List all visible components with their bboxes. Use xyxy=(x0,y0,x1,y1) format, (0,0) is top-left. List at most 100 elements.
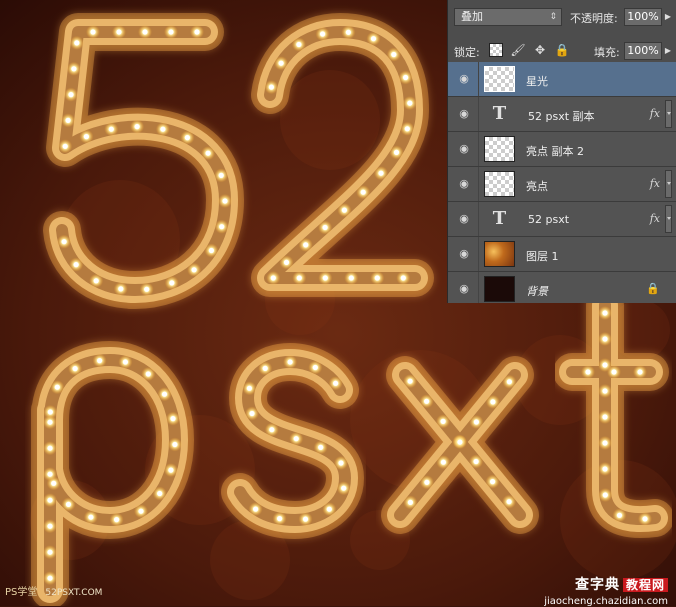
light-bulb-core xyxy=(490,479,496,485)
lock-label: 锁定: xyxy=(454,46,480,59)
light-bulb-core xyxy=(172,441,178,448)
watermark-url: 52PSXT.COM xyxy=(45,588,103,598)
light-bulb-core xyxy=(585,369,591,375)
light-bulb-core xyxy=(208,247,214,254)
layer-row-highlight-copy-2[interactable]: ◉ 亮点 副本 2 xyxy=(448,132,676,167)
light-bulb-core xyxy=(118,286,124,292)
layer-row-highlight[interactable]: ◉ 亮点 fx xyxy=(448,167,676,202)
layer-name: 52 psxt 副本 xyxy=(528,110,595,123)
layer-thumbnail xyxy=(484,171,515,197)
light-bulb-core xyxy=(341,485,347,491)
light-bulb-core xyxy=(278,60,284,66)
blend-mode-value: 叠加 xyxy=(461,10,483,23)
visibility-eye-icon[interactable]: ◉ xyxy=(457,72,471,86)
layer-row-layer-1[interactable]: ◉ 图层 1 xyxy=(448,237,676,272)
chevron-updown-icon: ⇕ xyxy=(549,12,557,22)
light-bulb-core xyxy=(404,126,410,132)
light-bulb-core xyxy=(90,29,96,35)
light-bulb-core xyxy=(47,445,53,451)
light-bulb-core xyxy=(393,149,400,155)
light-bulb-core xyxy=(72,366,78,372)
light-bulb-core xyxy=(616,512,623,518)
light-bulb-core xyxy=(506,499,512,505)
light-bulb-core xyxy=(219,224,225,230)
fill-label: 填充: xyxy=(594,46,620,59)
light-bulb-core xyxy=(114,517,120,523)
light-bulb-core xyxy=(144,286,150,292)
light-bulb-core xyxy=(296,275,302,281)
lock-all-icon[interactable]: 🔒 xyxy=(554,42,570,58)
expand-effects-toggle[interactable] xyxy=(665,100,672,128)
light-bulb-core xyxy=(194,29,200,35)
light-bulb-core xyxy=(168,29,174,35)
layer-row-text[interactable]: ◉ T 52 psxt fx xyxy=(448,202,676,237)
layer-name: 星光 xyxy=(526,75,548,88)
blend-mode-select[interactable]: 叠加 ⇕ xyxy=(454,8,562,26)
light-bulb-core xyxy=(65,501,72,507)
light-bulb-core xyxy=(360,189,366,195)
light-bulb-core xyxy=(473,419,479,425)
light-bulb-core xyxy=(391,51,397,58)
light-bulb-core xyxy=(62,143,68,149)
light-bulb-core xyxy=(47,523,53,529)
light-bulb-core xyxy=(122,359,128,365)
light-bulb-core xyxy=(93,278,99,284)
layer-row-text-copy[interactable]: ◉ T 52 psxt 副本 fx xyxy=(448,97,676,132)
light-bulb-core xyxy=(440,459,446,465)
light-bulb-core xyxy=(270,275,276,281)
opacity-dropdown-icon[interactable]: ▶ xyxy=(663,8,673,26)
layer-row-starlight[interactable]: ◉ 星光 xyxy=(448,62,676,97)
light-bulb-core xyxy=(303,242,309,248)
light-bulb-core xyxy=(74,40,80,46)
light-bulb-core xyxy=(184,135,190,141)
visibility-eye-icon[interactable]: ◉ xyxy=(457,247,471,261)
layer-thumbnail xyxy=(484,66,515,92)
layer-row-background[interactable]: ◉ 背景 🔒 xyxy=(448,272,676,303)
lock-image-pixels-brush-icon[interactable]: 🖌 xyxy=(510,42,526,58)
light-bulb-core xyxy=(642,516,648,522)
layer-name: 52 psxt xyxy=(528,213,570,226)
light-bulb-core xyxy=(246,385,252,391)
layer-effects-icon[interactable]: fx xyxy=(650,212,660,225)
light-bulb-core xyxy=(302,516,309,522)
light-bulb-core xyxy=(457,439,463,445)
light-bulb-core xyxy=(71,66,77,72)
light-bulb-core xyxy=(253,506,259,512)
light-bulb-core xyxy=(637,369,643,375)
light-bulb-core xyxy=(47,409,53,415)
layer-effects-icon[interactable]: fx xyxy=(650,177,660,190)
opacity-field[interactable]: 100% xyxy=(624,8,662,26)
layer-effects-icon[interactable]: fx xyxy=(650,107,660,120)
layer-thumbnail xyxy=(484,241,515,267)
light-bulb-core xyxy=(268,84,274,90)
light-bulb-core xyxy=(161,391,168,397)
visibility-eye-icon[interactable]: ◉ xyxy=(457,212,471,226)
layer-name: 背景 xyxy=(526,285,548,298)
visibility-eye-icon[interactable]: ◉ xyxy=(457,142,471,156)
lock-position-move-icon[interactable]: ✥ xyxy=(532,42,548,58)
visibility-eye-icon[interactable]: ◉ xyxy=(457,282,471,296)
expand-effects-toggle[interactable] xyxy=(665,170,672,198)
fill-field[interactable]: 100% xyxy=(624,42,662,60)
light-bulb-core xyxy=(602,362,608,368)
light-bulb-core xyxy=(145,371,151,377)
watermark-brand: PS学堂 xyxy=(5,587,38,598)
light-bulb-core xyxy=(61,239,67,245)
light-bulb-core xyxy=(277,516,283,522)
bokeh-circle xyxy=(280,70,380,170)
light-bulb-core xyxy=(169,280,175,286)
visibility-eye-icon[interactable]: ◉ xyxy=(457,107,471,121)
light-bulb-core xyxy=(134,124,140,130)
lock-transparent-pixels-icon[interactable] xyxy=(488,42,504,58)
fill-dropdown-icon[interactable]: ▶ xyxy=(663,42,673,60)
light-bulb-core xyxy=(341,207,347,213)
expand-effects-toggle[interactable] xyxy=(665,205,672,233)
layer-name: 图层 1 xyxy=(526,250,559,263)
light-bulb-core xyxy=(490,399,496,405)
light-bulb-core xyxy=(326,506,332,512)
visibility-eye-icon[interactable]: ◉ xyxy=(457,177,471,191)
light-bulb-core xyxy=(506,379,512,385)
light-bulb-core xyxy=(322,275,328,281)
light-bulb-core xyxy=(51,480,57,486)
light-bulb-core xyxy=(322,224,328,231)
